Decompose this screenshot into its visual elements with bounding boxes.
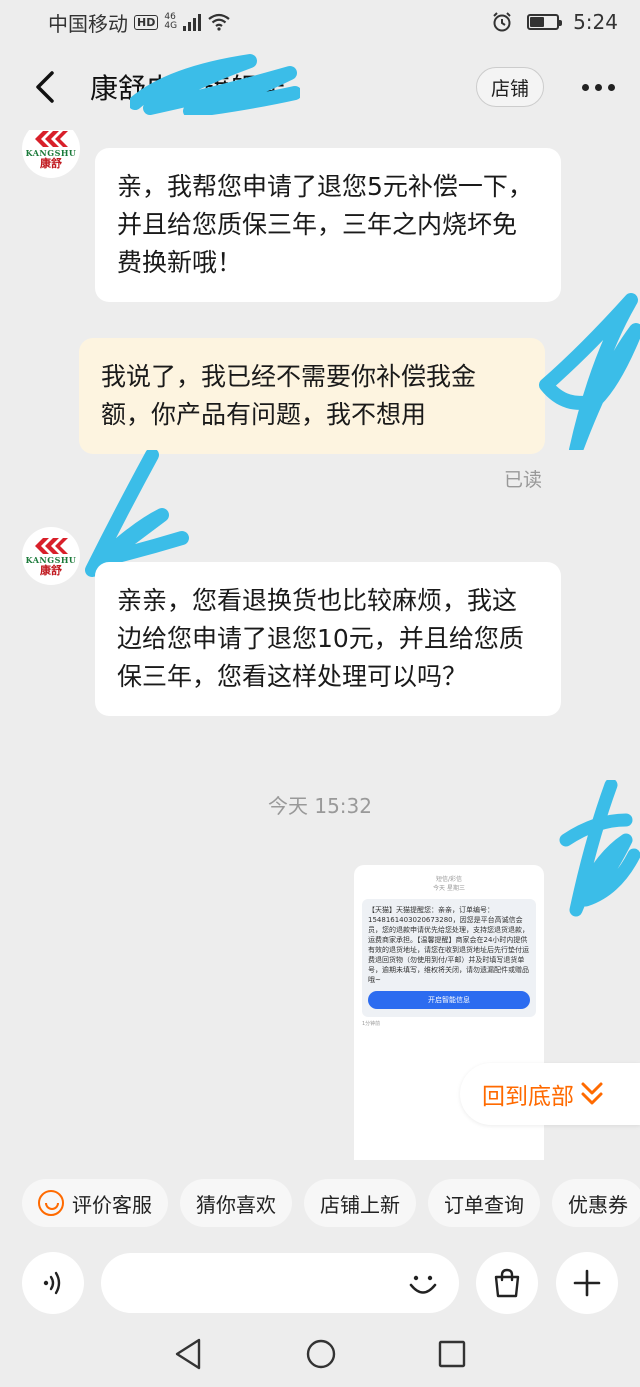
image-sms-button: 开启智能信息 <box>368 991 530 1009</box>
nav-recents-icon[interactable] <box>437 1339 467 1369</box>
system-nav-bar <box>0 1320 640 1387</box>
quick-actions: 评价客服 猜你喜欢 店铺上新 订单查询 优惠券 <box>0 1160 640 1246</box>
network-indicator: 46 4G <box>164 13 177 31</box>
status-left: 中国移动 HD 46 4G <box>48 8 231 37</box>
kangshu-logo-icon <box>35 130 68 147</box>
voice-button[interactable] <box>22 1252 84 1314</box>
chip-rate-service[interactable]: 评价客服 <box>22 1179 168 1227</box>
shop-bag-button[interactable] <box>476 1252 538 1314</box>
chat-area[interactable]: KANGSHU 康舒 亲，我帮您申请了退您5元补偿一下，并且给您质保三年，三年之… <box>0 130 640 1160</box>
shop-avatar[interactable]: KANGSHU 康舒 <box>22 527 80 585</box>
chip-label: 订单查询 <box>444 1192 524 1217</box>
plus-icon <box>573 1269 601 1297</box>
shop-avatar[interactable]: KANGSHU 康舒 <box>22 130 80 178</box>
message-bubble-user[interactable]: 我说了，我已经不需要你补偿我金额，你产品有问题，我不想用 <box>79 338 545 454</box>
shopping-bag-icon <box>494 1268 520 1298</box>
chip-order-query[interactable]: 订单查询 <box>428 1179 540 1227</box>
status-bar: 中国移动 HD 46 4G 5:24 <box>0 0 640 44</box>
image-sms-card: 【天猫】天猫提醒您：亲亲，订单编号：1548161403020673280，因您… <box>362 899 536 1017</box>
carrier-label: 中国移动 <box>48 11 128 36</box>
signal-icon <box>183 13 202 31</box>
chip-new-arrivals[interactable]: 店铺上新 <box>304 1179 416 1227</box>
redaction-scribble <box>85 450 189 577</box>
voice-icon <box>43 1271 61 1295</box>
message-text: 我说了，我已经不需要你补偿我金额，你产品有问题，我不想用 <box>101 362 477 429</box>
network-label: 4G <box>164 21 178 31</box>
clock: 5:24 <box>573 10 618 34</box>
image-head-1: 短信/彩信 <box>435 876 463 883</box>
back-to-bottom-button[interactable]: 回到底部 <box>460 1063 640 1125</box>
nav-home-icon[interactable] <box>305 1338 337 1370</box>
read-status: 已读 <box>504 469 543 491</box>
kangshu-logo-icon <box>35 537 68 554</box>
more-plus-button[interactable] <box>556 1252 618 1314</box>
alarm-icon <box>493 12 511 32</box>
shop-button[interactable]: 店铺 <box>475 67 544 107</box>
redaction-scribble <box>130 54 300 115</box>
message-text: 亲亲，您看退换货也比较麻烦，我这边给您申请了退您10元，并且给您质保三年，您看这… <box>117 586 524 691</box>
logo-cn: 康舒 <box>40 156 62 170</box>
chat-header: 康舒电器旗舰店 店铺 <box>0 44 640 130</box>
logo-cn: 康舒 <box>40 563 62 577</box>
nav-back-icon[interactable] <box>173 1337 205 1371</box>
wifi-icon <box>208 13 230 31</box>
chip-label: 猜你喜欢 <box>196 1192 276 1217</box>
redaction-scribble <box>539 293 640 450</box>
double-chevron-down-icon <box>581 1082 603 1105</box>
back-to-bottom-label: 回到底部 <box>482 1084 574 1110</box>
status-right: 5:24 <box>491 10 618 34</box>
hd-badge: HD <box>134 14 159 30</box>
battery-icon <box>527 14 563 30</box>
chip-label: 评价客服 <box>72 1192 152 1217</box>
input-bar <box>0 1246 640 1320</box>
more-menu-icon[interactable] <box>568 83 628 91</box>
battery-fill <box>530 17 545 27</box>
back-arrow-icon <box>36 71 54 103</box>
smile-icon <box>38 1190 64 1216</box>
message-bubble-shop[interactable]: 亲亲，您看退换货也比较麻烦，我这边给您申请了退您10元，并且给您质保三年，您看这… <box>95 562 561 716</box>
message-bubble-shop[interactable]: 亲，我帮您申请了退您5元补偿一下，并且给您质保三年，三年之内烧坏免费换新哦！ <box>95 148 561 302</box>
image-head-2: 今天 星期三 <box>433 885 465 892</box>
chip-label: 优惠券 <box>568 1192 628 1217</box>
image-sms-body: 【天猫】天猫提醒您：亲亲，订单编号：1548161403020673280，因您… <box>368 906 529 984</box>
image-sms-foot: 1分钟前 <box>362 1021 381 1027</box>
chip-label: 店铺上新 <box>320 1192 400 1217</box>
emoji-icon[interactable] <box>405 1266 441 1302</box>
message-text: 亲，我帮您申请了退您5元补偿一下，并且给您质保三年，三年之内烧坏免费换新哦！ <box>117 172 533 277</box>
chip-guess-you-like[interactable]: 猜你喜欢 <box>180 1179 292 1227</box>
shop-title-wrap: 康舒电器旗舰店 <box>90 54 476 115</box>
chip-coupons[interactable]: 优惠券 <box>552 1179 640 1227</box>
redaction-scribble <box>559 780 640 917</box>
timestamp: 今天 15:32 <box>268 794 372 818</box>
back-button[interactable] <box>0 44 90 130</box>
